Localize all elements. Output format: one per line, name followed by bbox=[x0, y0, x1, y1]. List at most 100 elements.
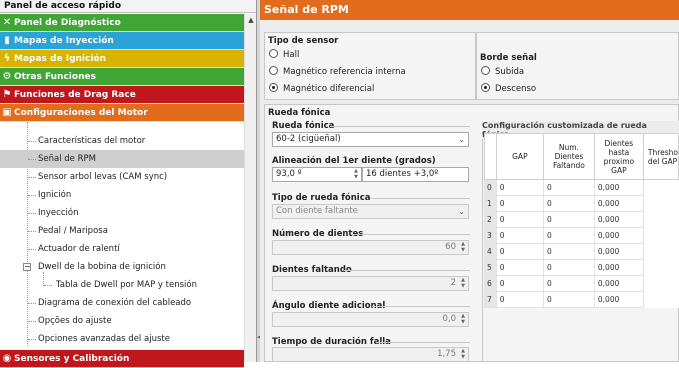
row-index-cell: 4 bbox=[484, 243, 497, 260]
col-header-teeth-to-gap: Dientes hasta proximo GAP bbox=[593, 133, 644, 180]
table-cell[interactable]: 0 bbox=[542, 195, 595, 212]
rpm-signal-page: Señal de RPM Tipo de sensor Hall Magnéti… bbox=[260, 0, 679, 362]
missing-teeth-input[interactable]: 2 ▲ ▼ bbox=[272, 276, 469, 291]
table-cell[interactable]: 0 bbox=[542, 243, 595, 260]
tree-item-tuning-options[interactable]: Opções do ajuste bbox=[0, 312, 244, 330]
radio-hall[interactable]: Hall bbox=[269, 49, 299, 61]
radio-magnetic-differential[interactable]: Magnético diferencial bbox=[269, 83, 374, 95]
tree-item-advanced-options[interactable]: Opciones avanzadas del ajuste bbox=[0, 330, 244, 348]
item-label: Opciones avanzadas del ajuste bbox=[38, 334, 170, 344]
separator bbox=[370, 198, 470, 199]
table-cell[interactable]: 0 bbox=[542, 227, 595, 244]
spinner-icon[interactable]: ▲ ▼ bbox=[459, 313, 467, 325]
category-sensors-calibration[interactable]: ◉ Sensores y Calibración bbox=[0, 350, 244, 368]
table-cell[interactable]: 0 bbox=[495, 227, 544, 244]
item-label: Pedal / Mariposa bbox=[38, 226, 108, 236]
scroll-up-icon[interactable]: ▲ bbox=[247, 16, 255, 24]
table-cell[interactable]: 0,000 bbox=[593, 259, 644, 276]
spinner-icon[interactable]: ▲ ▼ bbox=[459, 241, 467, 253]
radio-circle-selected bbox=[481, 83, 490, 92]
extra-tooth-angle-label: Ángulo diente adicional bbox=[272, 301, 386, 311]
radio-label: Magnético referencia interna bbox=[283, 67, 406, 77]
tree-item-dwell-table[interactable]: Tabla de Dwell por MAP y tensión bbox=[0, 276, 244, 294]
table-cell[interactable]: 0,000 bbox=[593, 179, 644, 196]
item-label: Características del motor bbox=[38, 136, 146, 146]
table-cell[interactable]: 0 bbox=[495, 211, 544, 228]
flag-icon: ⚑ bbox=[2, 89, 12, 100]
table-cell[interactable]: 0 bbox=[542, 179, 595, 196]
item-label: Actuador de ralentí bbox=[38, 244, 120, 254]
table-row[interactable]: 0 0 0 0,000 bbox=[484, 179, 679, 196]
category-diagnostics[interactable]: ✕ Panel de Diagnóstico bbox=[0, 14, 244, 32]
failure-duration-input[interactable]: 1,75 ▲ ▼ bbox=[272, 347, 469, 362]
table-cell[interactable]: 0 bbox=[542, 259, 595, 276]
table-cell[interactable]: 0 bbox=[495, 179, 544, 196]
category-injection-maps[interactable]: ▮ Mapas de Inyección bbox=[0, 32, 244, 50]
tree-item-injection[interactable]: Inyección bbox=[0, 204, 244, 222]
tree-item-dwell[interactable]: − Dwell de la bobina de ignición bbox=[0, 258, 244, 276]
separator bbox=[344, 270, 470, 271]
spinner-icon[interactable]: ▲ ▼ bbox=[352, 168, 360, 180]
tree-item-wiring-diagram[interactable]: Diagrama de conexión del cableado bbox=[0, 294, 244, 312]
table-cell[interactable]: 0 bbox=[495, 243, 544, 260]
readout-value: 16 dientes +3,0º bbox=[366, 169, 439, 179]
radio-circle bbox=[269, 66, 278, 75]
item-label: Dwell de la bobina de ignición bbox=[38, 262, 166, 272]
table-row[interactable]: 2 0 0 0,000 bbox=[484, 211, 679, 228]
alignment-label: Alineación del 1er diente (grados) bbox=[272, 156, 436, 166]
radio-falling[interactable]: Descenso bbox=[481, 83, 536, 95]
table-cell[interactable]: 0 bbox=[542, 211, 595, 228]
table-cell[interactable]: 0 bbox=[542, 291, 595, 308]
table-cell[interactable]: 0 bbox=[495, 259, 544, 276]
table-cell[interactable]: 0 bbox=[495, 291, 544, 308]
tree-item-idle-actuator[interactable]: Actuador de ralentí bbox=[0, 240, 244, 258]
table-cell[interactable]: 0,000 bbox=[593, 211, 644, 228]
table-header-row: GAP Num. Dientes Faltando Dientes hasta … bbox=[484, 133, 679, 180]
separator bbox=[372, 306, 470, 307]
table-cell[interactable]: 0,000 bbox=[593, 275, 644, 292]
category-drag-race[interactable]: ⚑ Funciones de Drag Race bbox=[0, 86, 244, 104]
category-other-functions[interactable]: ⚙ Otras Funciones bbox=[0, 68, 244, 86]
item-label: Tabla de Dwell por MAP y tensión bbox=[56, 280, 197, 290]
category-label: Sensores y Calibración bbox=[14, 354, 130, 364]
item-label: Señal de RPM bbox=[38, 154, 96, 164]
category-label: Configuraciones del Motor bbox=[14, 108, 148, 118]
table-row[interactable]: 3 0 0 0,000 bbox=[484, 227, 679, 244]
tree-item-engine-characteristics[interactable]: Características del motor bbox=[0, 132, 244, 150]
tree-item-ignition[interactable]: Ignición bbox=[0, 186, 244, 204]
table-cell[interactable]: 0 bbox=[495, 275, 544, 292]
radio-magnetic-internal[interactable]: Magnético referencia interna bbox=[269, 66, 406, 78]
tree-item-rpm-signal[interactable]: Señal de RPM bbox=[0, 150, 244, 168]
table-cell[interactable]: 0 bbox=[495, 195, 544, 212]
wheel-type-select[interactable]: Con diente faltante ⌄ bbox=[272, 204, 469, 219]
tree-item-cam-sensor[interactable]: Sensor arbol levas (CAM sync) bbox=[0, 168, 244, 186]
wheel-select[interactable]: 60-2 (cigüeñal) ⌄ bbox=[272, 132, 469, 147]
category-engine-settings[interactable]: ▣ Configuraciones del Motor bbox=[0, 104, 244, 122]
table-row[interactable]: 4 0 0 0,000 bbox=[484, 243, 679, 260]
table-cell[interactable]: 0,000 bbox=[593, 291, 644, 308]
extra-tooth-angle-input[interactable]: 0,0 ▲ ▼ bbox=[272, 312, 469, 327]
table-cell[interactable]: 0,000 bbox=[593, 243, 644, 260]
wheel-label: Rueda fónica bbox=[272, 121, 335, 131]
input-value: 60 bbox=[445, 242, 456, 252]
spinner-icon[interactable]: ▲ ▼ bbox=[459, 348, 467, 360]
spinner-icon[interactable]: ▲ ▼ bbox=[459, 277, 467, 289]
row-index-cell: 2 bbox=[484, 211, 497, 228]
alignment-input[interactable]: 93,0 º ▲ ▼ bbox=[272, 167, 362, 182]
table-row[interactable]: 5 0 0 0,000 bbox=[484, 259, 679, 276]
category-ignition-maps[interactable]: ϟ Mapas de Ignición bbox=[0, 50, 244, 68]
table-cell[interactable]: 0,000 bbox=[593, 195, 644, 212]
item-label: Diagrama de conexión del cableado bbox=[38, 298, 192, 308]
vertical-scrollbar[interactable]: ▲ bbox=[244, 14, 256, 362]
table-cell[interactable]: 0,000 bbox=[593, 227, 644, 244]
tree-item-pedal[interactable]: Pedal / Mariposa bbox=[0, 222, 244, 240]
engine-icon: ▣ bbox=[2, 107, 12, 118]
table-cell[interactable]: 0 bbox=[542, 275, 595, 292]
table-row[interactable]: 6 0 0 0,000 bbox=[484, 275, 679, 292]
table-row[interactable]: 7 0 0 0,000 bbox=[484, 291, 679, 308]
teeth-count-input[interactable]: 60 ▲ ▼ bbox=[272, 240, 469, 255]
radio-rising[interactable]: Subida bbox=[481, 66, 524, 78]
table-row[interactable]: 1 0 0 0,000 bbox=[484, 195, 679, 212]
collapse-icon[interactable]: − bbox=[23, 263, 31, 271]
radio-circle bbox=[481, 66, 490, 75]
